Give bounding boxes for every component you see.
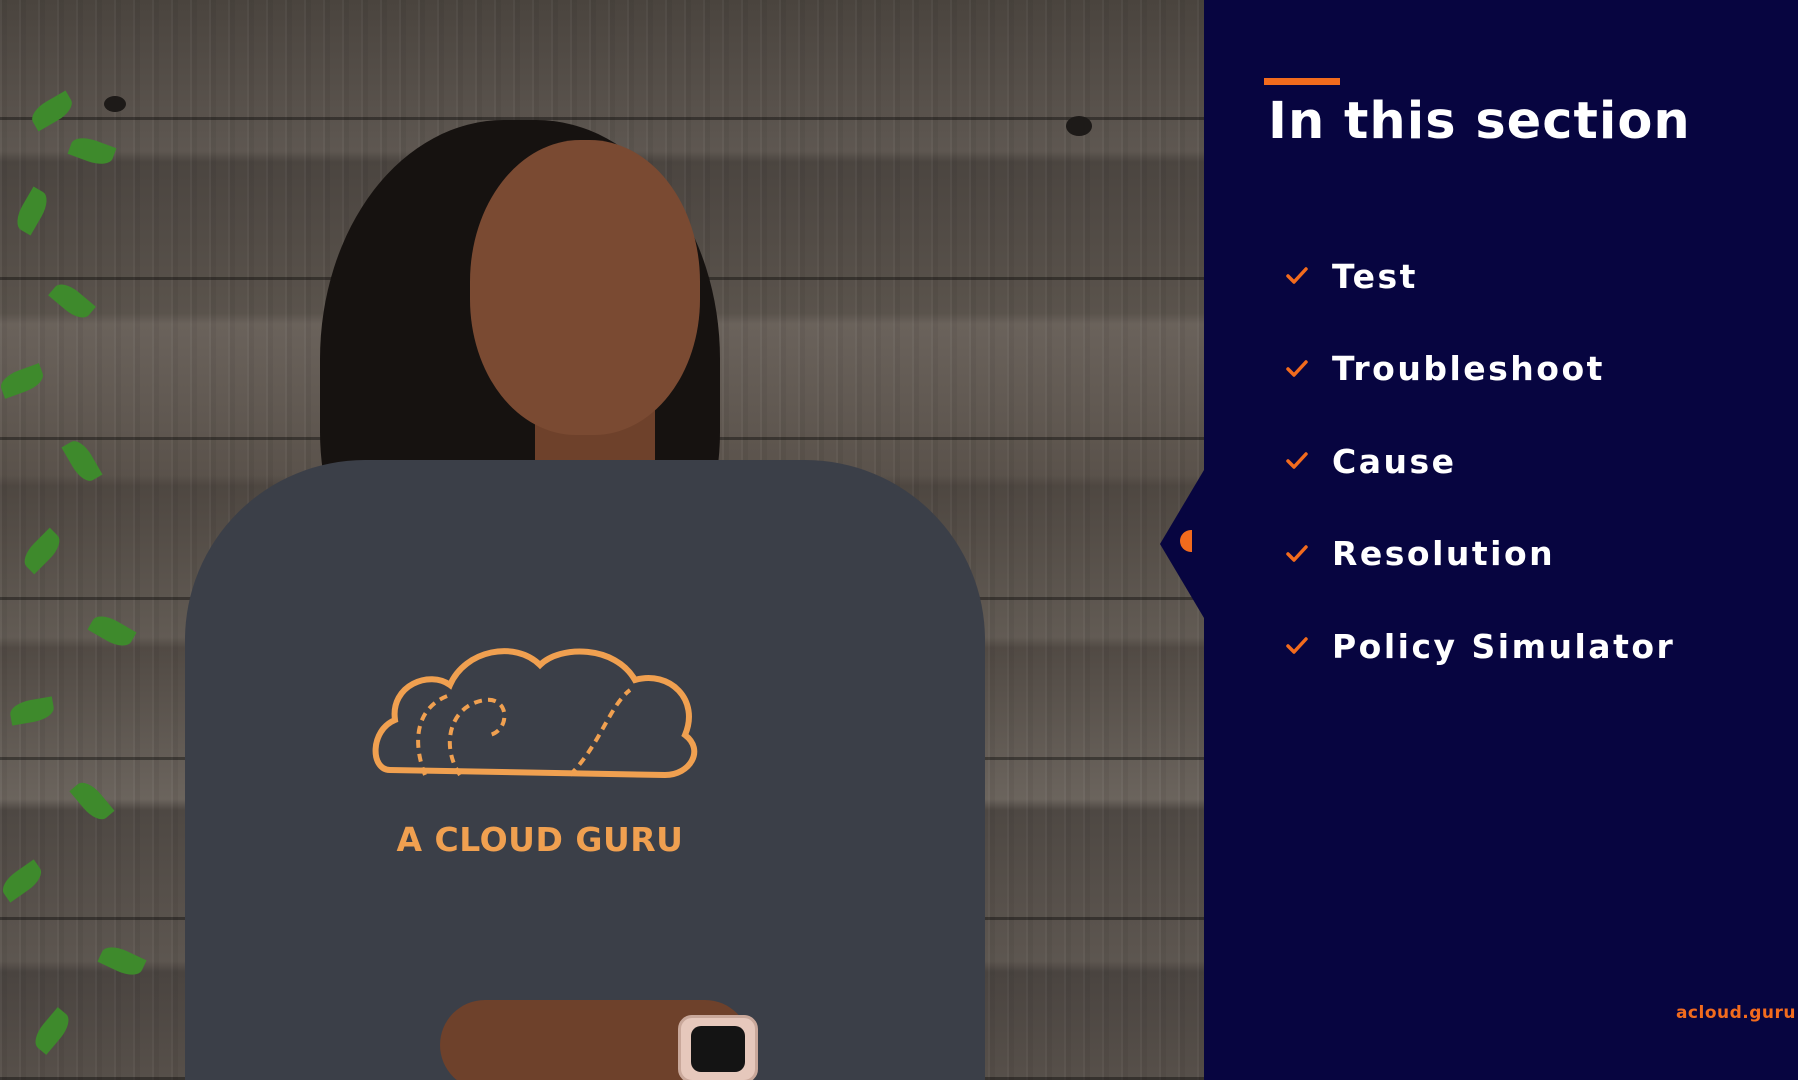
topic-label: Test [1332,256,1418,296]
topic-item: Test [1282,230,1762,323]
checkmark-icon [1282,539,1312,569]
checkmark-icon [1282,631,1312,661]
topic-label: Cause [1332,441,1457,481]
section-title: In this section [1268,92,1691,151]
shirt-text: A CLOUD GURU [396,820,684,859]
title-accent-bar [1264,78,1340,85]
topic-label: Policy Simulator [1332,626,1676,666]
presenter-video: A CLOUD GURU [0,0,1204,1080]
brand-watermark: acloud.guru [1675,1003,1796,1023]
topic-label: Troubleshoot [1332,349,1605,389]
topic-item: Policy Simulator [1282,600,1762,693]
presenter: A CLOUD GURU [0,0,1204,1080]
cloud-logo-icon [372,648,698,779]
topic-list: Test Troubleshoot Cause Resolution Policy Si… [1282,230,1762,693]
checkmark-icon [1282,354,1312,384]
topic-item: Resolution [1282,508,1762,601]
shirt-logo: A CLOUD GURU [370,635,710,859]
smartwatch [678,1015,758,1080]
presenter-face [470,140,700,435]
topic-label: Resolution [1332,534,1556,574]
topic-item: Cause [1282,415,1762,508]
checkmark-icon [1282,446,1312,476]
topic-item: Troubleshoot [1282,323,1762,416]
checkmark-icon [1282,261,1312,291]
